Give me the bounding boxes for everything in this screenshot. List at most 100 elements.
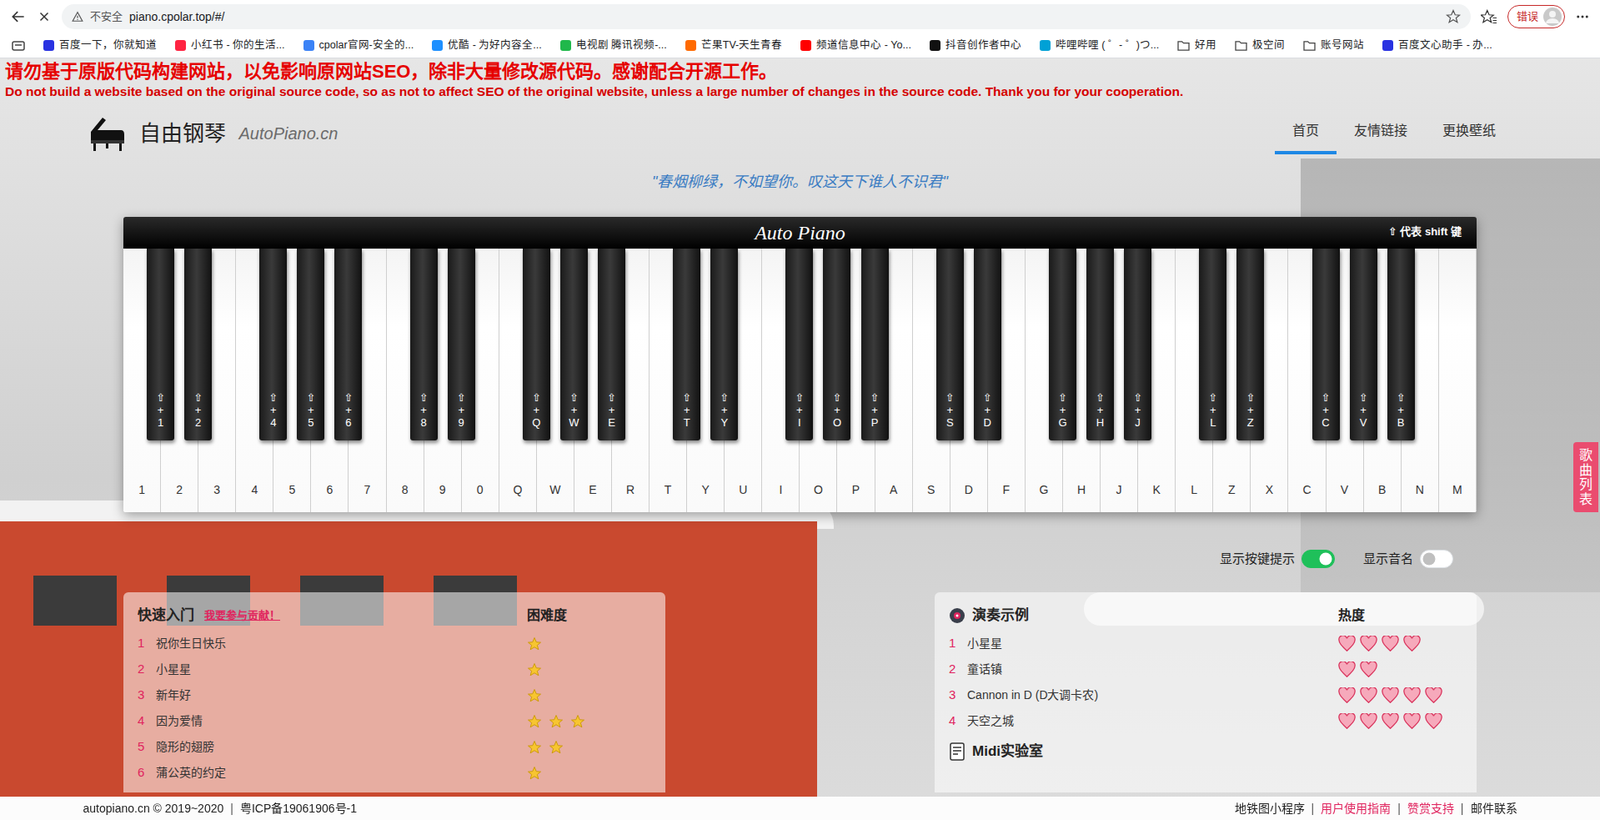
- security-label[interactable]: 不安全: [90, 8, 123, 26]
- white-key[interactable]: I⇧+I: [762, 248, 800, 512]
- example-row[interactable]: 2童话镇: [948, 656, 1463, 683]
- toggle-switch[interactable]: [1419, 549, 1454, 568]
- song-title[interactable]: 小星星: [155, 660, 527, 678]
- toggle[interactable]: 显示音名: [1363, 548, 1454, 569]
- bookmark-item[interactable]: cpolar官网-安全的...: [303, 37, 415, 54]
- footer-link[interactable]: 用户使用指南: [1320, 799, 1391, 818]
- bookmark-item[interactable]: 小红书 - 你的生活...: [175, 37, 286, 54]
- bookmark-label[interactable]: 百度文心助手 - 办...: [1398, 37, 1493, 54]
- white-key[interactable]: 4⇧+4: [235, 248, 274, 512]
- black-key[interactable]: ⇧+E: [597, 248, 626, 441]
- profile-status[interactable]: 错误: [1516, 8, 1539, 26]
- site-favicon-icon[interactable]: [175, 40, 186, 51]
- bookmark-item[interactable]: 百度文心助手 - 办...: [1382, 37, 1493, 54]
- white-key[interactable]: T⇧+T: [649, 248, 688, 512]
- white-key[interactable]: G⇧+G: [1025, 248, 1064, 512]
- black-key[interactable]: ⇧+W: [560, 248, 588, 441]
- song-title[interactable]: 隐形的翅膀: [155, 737, 527, 756]
- bookmark-label[interactable]: 账号网站: [1320, 37, 1365, 54]
- contribute-link[interactable]: 我要参与贡献！: [204, 606, 281, 624]
- toggle-label[interactable]: 显示按键提示: [1219, 549, 1295, 569]
- bookmark-label[interactable]: 电视剧 腾讯视频-...: [576, 37, 668, 54]
- bookmark-label[interactable]: 小红书 - 你的生活...: [190, 37, 286, 54]
- site-favicon-icon[interactable]: [431, 40, 443, 51]
- black-key[interactable]: ⇧+S: [936, 248, 964, 441]
- nav-item[interactable]: 友情链接: [1336, 112, 1425, 155]
- brand-domain[interactable]: AutoPiano.cn: [239, 120, 339, 146]
- bookmark-item[interactable]: 优酷 - 为好内容全...: [431, 37, 542, 54]
- bookmark-label[interactable]: 好用: [1194, 37, 1217, 54]
- black-key[interactable]: ⇧+Q: [522, 248, 551, 441]
- bookmark-label[interactable]: 频道信息中心 - Yo...: [816, 37, 912, 54]
- black-key[interactable]: ⇧+C: [1312, 248, 1340, 441]
- piano-logo-icon[interactable]: [87, 115, 126, 152]
- site-favicon-icon[interactable]: [929, 40, 941, 51]
- black-key[interactable]: ⇧+4: [259, 248, 287, 441]
- bookmark-item[interactable]: 电视剧 腾讯视频-...: [560, 37, 668, 54]
- footer-link[interactable]: 赞赏支持: [1407, 799, 1455, 818]
- black-key[interactable]: ⇧+8: [410, 248, 438, 441]
- bookmark-star-icon[interactable]: [1445, 9, 1461, 25]
- toggle-label[interactable]: 显示音名: [1363, 549, 1414, 569]
- song-row[interactable]: 2小星星: [137, 656, 652, 683]
- bookmark-label[interactable]: cpolar官网-安全的...: [319, 37, 415, 54]
- stop-loading-icon[interactable]: [36, 9, 52, 25]
- black-key[interactable]: ⇧+B: [1387, 248, 1415, 441]
- song-row[interactable]: 3新年好: [137, 682, 652, 708]
- bookmark-label[interactable]: 优酷 - 为好内容全...: [447, 37, 542, 54]
- bookmark-item[interactable]: 频道信息中心 - Yo...: [800, 37, 912, 54]
- more-menu-icon[interactable]: [1574, 9, 1590, 25]
- black-key[interactable]: ⇧+P: [861, 248, 889, 441]
- bookmark-item[interactable]: 极空间: [1234, 37, 1285, 54]
- black-key[interactable]: ⇧+L: [1198, 248, 1227, 441]
- song-title[interactable]: 天空之城: [967, 712, 1339, 730]
- black-key[interactable]: ⇧+G: [1048, 248, 1077, 441]
- song-row[interactable]: 1祝你生日快乐: [137, 630, 652, 657]
- site-favicon-icon[interactable]: [685, 40, 697, 51]
- url-text[interactable]: piano.cpolar.top/#/: [129, 8, 225, 26]
- bookmark-label[interactable]: 哔哩哔哩 ( ゜- ゜)つ...: [1055, 37, 1159, 54]
- black-key[interactable]: ⇧+6: [334, 248, 362, 441]
- song-row[interactable]: 4因为爱情: [137, 707, 652, 734]
- black-key[interactable]: ⇧+V: [1349, 248, 1378, 441]
- brand-name[interactable]: 自由钢琴: [139, 117, 226, 151]
- site-favicon-icon[interactable]: [560, 40, 572, 51]
- site-favicon-icon[interactable]: [1039, 40, 1051, 51]
- profile-button[interactable]: 错误: [1507, 5, 1565, 29]
- folder-icon[interactable]: [1177, 40, 1190, 51]
- white-key[interactable]: 1⇧+1: [123, 248, 161, 512]
- black-key[interactable]: ⇧+J: [1123, 248, 1152, 441]
- bookmark-label[interactable]: 芒果TV-天生青春: [701, 37, 783, 54]
- folder-icon[interactable]: [1234, 40, 1248, 51]
- bookmark-item[interactable]: 哔哩哔哩 ( ゜- ゜)つ...: [1039, 37, 1159, 54]
- bookmark-item[interactable]: 账号网站: [1303, 37, 1365, 54]
- song-title[interactable]: 小星星: [967, 634, 1339, 653]
- white-key[interactable]: C⇧+C: [1288, 248, 1326, 512]
- bookmark-item[interactable]: 百度一下，你就知道: [43, 37, 157, 54]
- song-list-label[interactable]: 歌曲列表: [1579, 447, 1593, 507]
- song-title[interactable]: 蒲公英的约定: [155, 763, 527, 782]
- bookmark-item[interactable]: 抖音创作者中心: [929, 37, 1022, 54]
- tab-list-icon[interactable]: [11, 40, 26, 52]
- bookmark-item[interactable]: 芒果TV-天生青春: [685, 37, 783, 54]
- icp-number[interactable]: 粤ICP备19061906号-1: [240, 799, 357, 818]
- song-title[interactable]: 童话镇: [967, 660, 1339, 678]
- example-row[interactable]: 1小星星: [948, 630, 1463, 657]
- url-field[interactable]: 不安全 piano.cpolar.top/#/: [61, 4, 1471, 30]
- black-key[interactable]: ⇧+Y: [710, 248, 738, 441]
- white-key[interactable]: 8⇧+8: [386, 248, 425, 512]
- back-arrow-icon[interactable]: [10, 8, 27, 26]
- bookmark-label[interactable]: 百度一下，你就知道: [59, 37, 157, 54]
- example-row[interactable]: 3Cannon in D (D大调卡农): [948, 682, 1463, 708]
- black-key[interactable]: ⇧+D: [973, 248, 1002, 441]
- avatar-icon[interactable]: [1543, 7, 1562, 26]
- black-key[interactable]: ⇧+I: [785, 248, 813, 441]
- song-row[interactable]: 5隐形的翅膀: [137, 733, 652, 760]
- bookmark-item[interactable]: 好用: [1177, 37, 1217, 54]
- bookmark-label[interactable]: 极空间: [1252, 37, 1285, 54]
- toggle[interactable]: 显示按键提示: [1219, 548, 1335, 569]
- site-favicon-icon[interactable]: [1382, 40, 1394, 51]
- nav-item[interactable]: 首页: [1274, 112, 1337, 155]
- site-favicon-icon[interactable]: [800, 40, 812, 51]
- folder-icon[interactable]: [1303, 40, 1316, 51]
